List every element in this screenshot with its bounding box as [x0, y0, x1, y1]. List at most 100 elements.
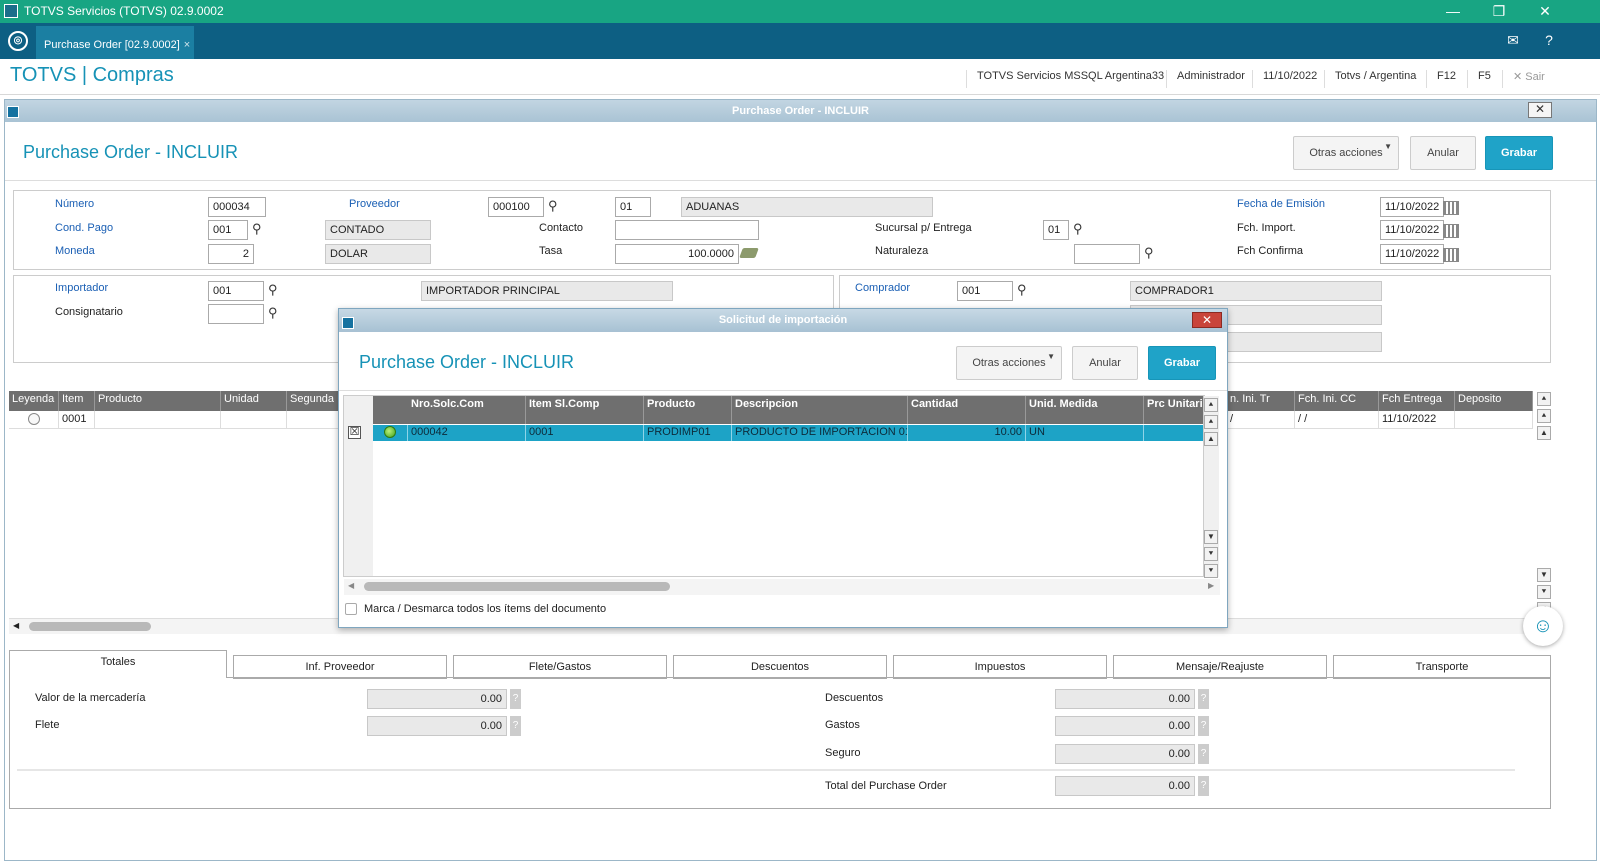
branch-name[interactable]: Totvs / Argentina [1324, 70, 1416, 88]
scroll-top-icon[interactable]: ⯅ [1204, 398, 1218, 412]
scroll-left-icon[interactable]: ◀ [13, 621, 19, 630]
producto-cell[interactable] [95, 411, 221, 429]
help-icon[interactable]: ? [1540, 32, 1558, 50]
scroll-top-icon[interactable]: ⯅ [1537, 392, 1551, 406]
dialog-more-actions-button[interactable]: Otras acciones ▼ [956, 346, 1062, 380]
save-button[interactable]: Grabar [1485, 136, 1553, 170]
help-icon[interactable]: ? [1198, 744, 1209, 764]
scrollbar-thumb[interactable] [364, 582, 670, 591]
search-icon[interactable]: ⚲ [252, 222, 266, 236]
grid-header-ini-cc[interactable]: Fch. Ini. CC [1295, 391, 1379, 411]
moneda-field[interactable]: 2 [208, 244, 254, 264]
tab-purchase-order[interactable]: Purchase Order [02.9.0002] × [36, 26, 194, 59]
row-checkbox[interactable]: ☒ [348, 426, 361, 439]
dialog-save-button[interactable]: Grabar [1148, 346, 1216, 380]
f5-button[interactable]: F5 [1467, 70, 1491, 88]
dialog-header-nro[interactable]: Nro.Solc.Com [408, 396, 526, 424]
grid-header-ini-tr[interactable]: n. Ini. Tr [1227, 391, 1295, 411]
nro-cell[interactable]: 000042 [408, 425, 526, 441]
search-icon[interactable]: ⚲ [1144, 246, 1158, 260]
tab-inf-proveedor[interactable]: Inf. Proveedor [233, 655, 447, 679]
ini-tr-cell[interactable]: / [1227, 411, 1295, 429]
search-icon[interactable]: ⚲ [268, 306, 282, 320]
mark-all-checkbox[interactable] [345, 603, 357, 615]
company-name[interactable]: TOTVS Servicios MSSQL Argentina33 [966, 70, 1164, 88]
mail-icon[interactable]: ✉ [1504, 32, 1522, 50]
cond-pago-field[interactable]: 001 [208, 220, 248, 240]
calendar-icon[interactable] [1443, 248, 1459, 262]
window-menu-icon[interactable] [7, 106, 19, 118]
tab-impuestos[interactable]: Impuestos [893, 655, 1107, 679]
tasa-field[interactable]: 100.0000 [615, 244, 739, 264]
close-icon[interactable]: ✕ [1528, 102, 1552, 118]
comprador-field[interactable]: 001 [957, 281, 1013, 301]
dialog-horizontal-scrollbar[interactable]: ◀ ▶ [344, 579, 1220, 595]
chat-support-icon[interactable]: ☺ [1523, 606, 1563, 646]
numero-field[interactable]: 000034 [208, 197, 266, 217]
grid-header-segunda[interactable]: Segunda U [287, 391, 339, 411]
minimize-button[interactable]: — [1430, 2, 1476, 22]
unidad-cell[interactable] [221, 411, 287, 429]
search-icon[interactable]: ⚲ [1017, 283, 1031, 297]
help-icon[interactable]: ? [1198, 689, 1209, 709]
item-cell[interactable]: 0001 [526, 425, 644, 441]
cantidad-cell[interactable]: 10.00 [908, 425, 1026, 441]
consignatario-field[interactable] [208, 304, 264, 324]
exit-button[interactable]: ✕ Sair [1502, 70, 1545, 88]
table-row[interactable]: ☒ 000042 0001 PRODIMP01 PRODUCTO DE IMPO… [344, 425, 1205, 441]
totvs-logo-icon[interactable]: ◎ [8, 31, 28, 51]
scroll-page-up-icon[interactable]: ⯅ [1204, 415, 1218, 429]
user-name[interactable]: Administrador [1166, 70, 1245, 88]
fecha-emision-field[interactable]: 11/10/2022 [1380, 197, 1444, 217]
scroll-down-icon[interactable]: ▼ [1537, 568, 1551, 582]
scroll-page-down-icon[interactable]: ⯆ [1204, 547, 1218, 561]
dialog-cancel-button[interactable]: Anular [1072, 346, 1138, 380]
deposito-cell[interactable] [1455, 411, 1533, 429]
dialog-header-precio[interactable]: Prc Unitario [1144, 396, 1205, 424]
grid-header-item[interactable]: Item [59, 391, 95, 411]
item-cell[interactable]: 0001 [59, 411, 95, 429]
search-icon[interactable]: ⚲ [1073, 222, 1087, 236]
scroll-bottom-icon[interactable]: ⯆ [1204, 564, 1218, 578]
scroll-page-down-icon[interactable]: ⯆ [1537, 585, 1551, 599]
dialog-close-icon[interactable]: ✕ [1192, 312, 1222, 328]
dialog-header-item[interactable]: Item Sl.Comp [526, 396, 644, 424]
contacto-field[interactable] [615, 220, 759, 240]
dialog-header-unidad[interactable]: Unid. Medida [1026, 396, 1144, 424]
naturaleza-field[interactable] [1074, 244, 1140, 264]
close-window-button[interactable]: ✕ [1522, 2, 1568, 22]
segunda-cell[interactable] [287, 411, 339, 429]
f12-button[interactable]: F12 [1426, 70, 1456, 88]
grid-header-producto[interactable]: Producto [95, 391, 221, 411]
scroll-left-icon[interactable]: ◀ [348, 581, 354, 590]
scroll-page-up-icon[interactable]: ⯅ [1537, 409, 1551, 423]
help-icon[interactable]: ? [510, 716, 521, 736]
cancel-button[interactable]: Anular [1410, 136, 1476, 170]
producto-cell[interactable]: PRODIMP01 [644, 425, 732, 441]
descripcion-cell[interactable]: PRODUCTO DE IMPORTACION 01 [732, 425, 908, 441]
search-icon[interactable]: ⚲ [548, 199, 562, 213]
tab-totales[interactable]: Totales [9, 650, 227, 678]
ini-cc-cell[interactable]: / / [1295, 411, 1379, 429]
grid-header-leyenda[interactable]: Leyenda [9, 391, 59, 411]
proveedor-tienda-field[interactable]: 01 [615, 197, 651, 217]
tab-mensaje-reajuste[interactable]: Mensaje/Reajuste [1113, 655, 1327, 679]
precio-cell[interactable] [1144, 425, 1205, 441]
scroll-up-icon[interactable]: ▲ [1204, 432, 1218, 446]
dialog-menu-icon[interactable] [342, 317, 354, 329]
dialog-header-producto[interactable]: Producto [644, 396, 732, 424]
scroll-right-icon[interactable]: ▶ [1208, 581, 1214, 590]
calendar-icon[interactable] [1443, 201, 1459, 215]
grid-header-unidad[interactable]: Unidad [221, 391, 287, 411]
fch-confirma-field[interactable]: 11/10/2022 [1380, 244, 1444, 264]
help-icon[interactable]: ? [510, 689, 521, 709]
unidad-cell[interactable]: UN [1026, 425, 1144, 441]
help-icon[interactable]: ? [1198, 716, 1209, 736]
scroll-up-icon[interactable]: ▲ [1537, 426, 1551, 440]
help-icon[interactable]: ? [1198, 776, 1209, 796]
dialog-header-cantidad[interactable]: Cantidad [908, 396, 1026, 424]
scrollbar-thumb[interactable] [29, 622, 151, 631]
dialog-header-descripcion[interactable]: Descripcion [732, 396, 908, 424]
tab-descuentos[interactable]: Descuentos [673, 655, 887, 679]
grid-header-entrega[interactable]: Fch Entrega [1379, 391, 1455, 411]
